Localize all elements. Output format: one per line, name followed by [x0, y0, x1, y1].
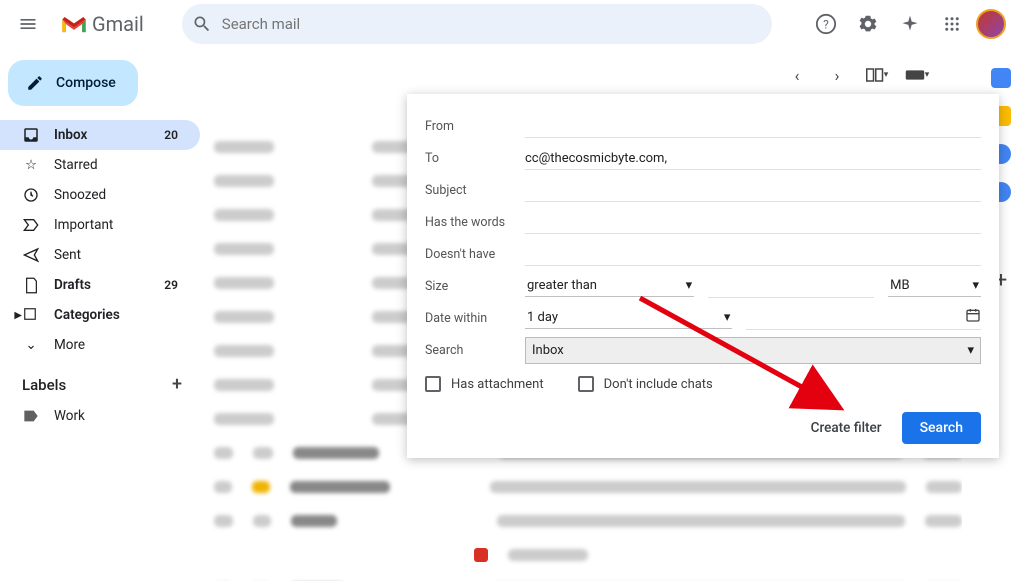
subject-label: Subject [425, 183, 525, 198]
compose-label: Compose [56, 75, 116, 91]
dont-include-chats-checkbox[interactable] [578, 376, 594, 392]
sidebar-item-categories[interactable]: ▸ Categories [0, 300, 200, 330]
sidebar-item-starred[interactable]: ☆ Starred [0, 150, 200, 180]
from-input[interactable] [525, 115, 981, 138]
apps-button[interactable] [934, 6, 970, 42]
account-avatar[interactable] [976, 9, 1006, 39]
size-unit-select[interactable]: MB▾ [888, 275, 981, 297]
sidebar-item-label: Sent [54, 247, 81, 263]
search-filter-dialog: From To Subject Has the words Doesn't ha… [407, 94, 999, 458]
clock-icon [22, 187, 40, 203]
has-words-label: Has the words [425, 215, 525, 230]
search-button[interactable]: Search [902, 412, 981, 444]
prev-page-button[interactable]: ‹ [782, 60, 812, 90]
to-input[interactable] [525, 147, 981, 170]
sidebar-item-label: Inbox [54, 127, 87, 143]
split-pane-button[interactable]: ▾ [862, 60, 892, 90]
sent-icon [22, 247, 40, 263]
sidebar-item-label: Drafts [54, 277, 91, 293]
sidebar-item-inbox[interactable]: Inbox 20 [0, 120, 200, 150]
label-icon [22, 409, 40, 423]
gmail-icon [60, 13, 88, 35]
sidebar-item-drafts[interactable]: Drafts 29 [0, 270, 200, 300]
important-icon [22, 218, 40, 232]
add-label-button[interactable]: + [172, 374, 182, 395]
star-icon: ☆ [22, 157, 40, 173]
from-label: From [425, 119, 525, 134]
doesnt-have-label: Doesn't have [425, 247, 525, 262]
sidebar-item-label: Work [54, 408, 85, 424]
search-icon [192, 14, 212, 34]
help-icon: ? [815, 13, 837, 35]
keyboard-icon [905, 69, 925, 81]
drafts-count: 29 [164, 278, 178, 292]
search-in-label: Search [425, 343, 525, 358]
date-within-label: Date within [425, 311, 525, 326]
size-value-input[interactable] [708, 275, 874, 298]
dont-include-chats-label: Don't include chats [604, 377, 713, 392]
main-content: ‹ › ▾ ▾ i Updates [200, 48, 978, 581]
date-input[interactable] [746, 309, 965, 324]
sidebar-item-more[interactable]: ⌄ More [0, 330, 200, 360]
labels-header: Labels [22, 376, 66, 394]
search-bar[interactable] [182, 4, 772, 44]
next-page-button[interactable]: › [822, 60, 852, 90]
sidebar-item-label: Snoozed [54, 187, 106, 203]
sidebar-item-label: Starred [54, 157, 98, 173]
create-filter-button[interactable]: Create filter [811, 420, 882, 436]
sidebar-item-label: More [54, 337, 85, 353]
search-input[interactable] [222, 15, 762, 33]
calendar-icon[interactable] [965, 307, 981, 327]
sparkle-icon [900, 14, 920, 34]
pencil-icon [26, 74, 44, 92]
size-operator-select[interactable]: greater than▾ [525, 275, 694, 297]
inbox-icon [22, 126, 40, 144]
has-attachment-checkbox[interactable] [425, 376, 441, 392]
sidebar-item-snoozed[interactable]: Snoozed [0, 180, 200, 210]
gear-icon [857, 13, 879, 35]
sidebar-label-work[interactable]: Work [0, 401, 200, 431]
compose-button[interactable]: Compose [8, 60, 138, 106]
doesnt-have-input[interactable] [525, 243, 981, 266]
search-in-select[interactable]: Inbox▾ [525, 337, 981, 364]
caret-down-icon: ▾ [724, 310, 731, 325]
main-menu-button[interactable] [8, 4, 48, 44]
help-button[interactable]: ? [808, 6, 844, 42]
sidebar-item-label: Categories [54, 307, 120, 323]
settings-button[interactable] [850, 6, 886, 42]
hamburger-icon [18, 14, 38, 34]
categories-icon: ▸ [12, 307, 40, 323]
caret-down-icon: ▾ [686, 278, 693, 293]
has-attachment-label: Has attachment [451, 377, 544, 392]
svg-text:?: ? [823, 18, 829, 32]
split-pane-icon [866, 68, 884, 82]
calendar-app-icon[interactable] [991, 68, 1011, 88]
to-label: To [425, 151, 525, 166]
subject-input[interactable] [525, 179, 981, 202]
input-tools-button[interactable]: ▾ [902, 60, 932, 90]
drafts-icon [22, 277, 40, 294]
caret-down-icon: ▾ [967, 343, 974, 358]
has-words-input[interactable] [525, 211, 981, 234]
inbox-count: 20 [164, 128, 178, 142]
sidebar-item-sent[interactable]: Sent [0, 240, 200, 270]
sidebar-item-label: Important [54, 217, 113, 233]
sidebar-item-important[interactable]: Important [0, 210, 200, 240]
size-label: Size [425, 279, 525, 294]
date-within-select[interactable]: 1 day▾ [525, 307, 732, 329]
apps-grid-icon [943, 15, 961, 33]
app-name: Gmail [92, 12, 144, 36]
sidebar: Compose Inbox 20 ☆ Starred Snoozed Impor… [0, 48, 200, 581]
gemini-button[interactable] [892, 6, 928, 42]
gmail-logo[interactable]: Gmail [56, 12, 144, 36]
caret-down-icon: ▾ [972, 278, 979, 293]
chevron-down-icon: ⌄ [22, 337, 40, 353]
